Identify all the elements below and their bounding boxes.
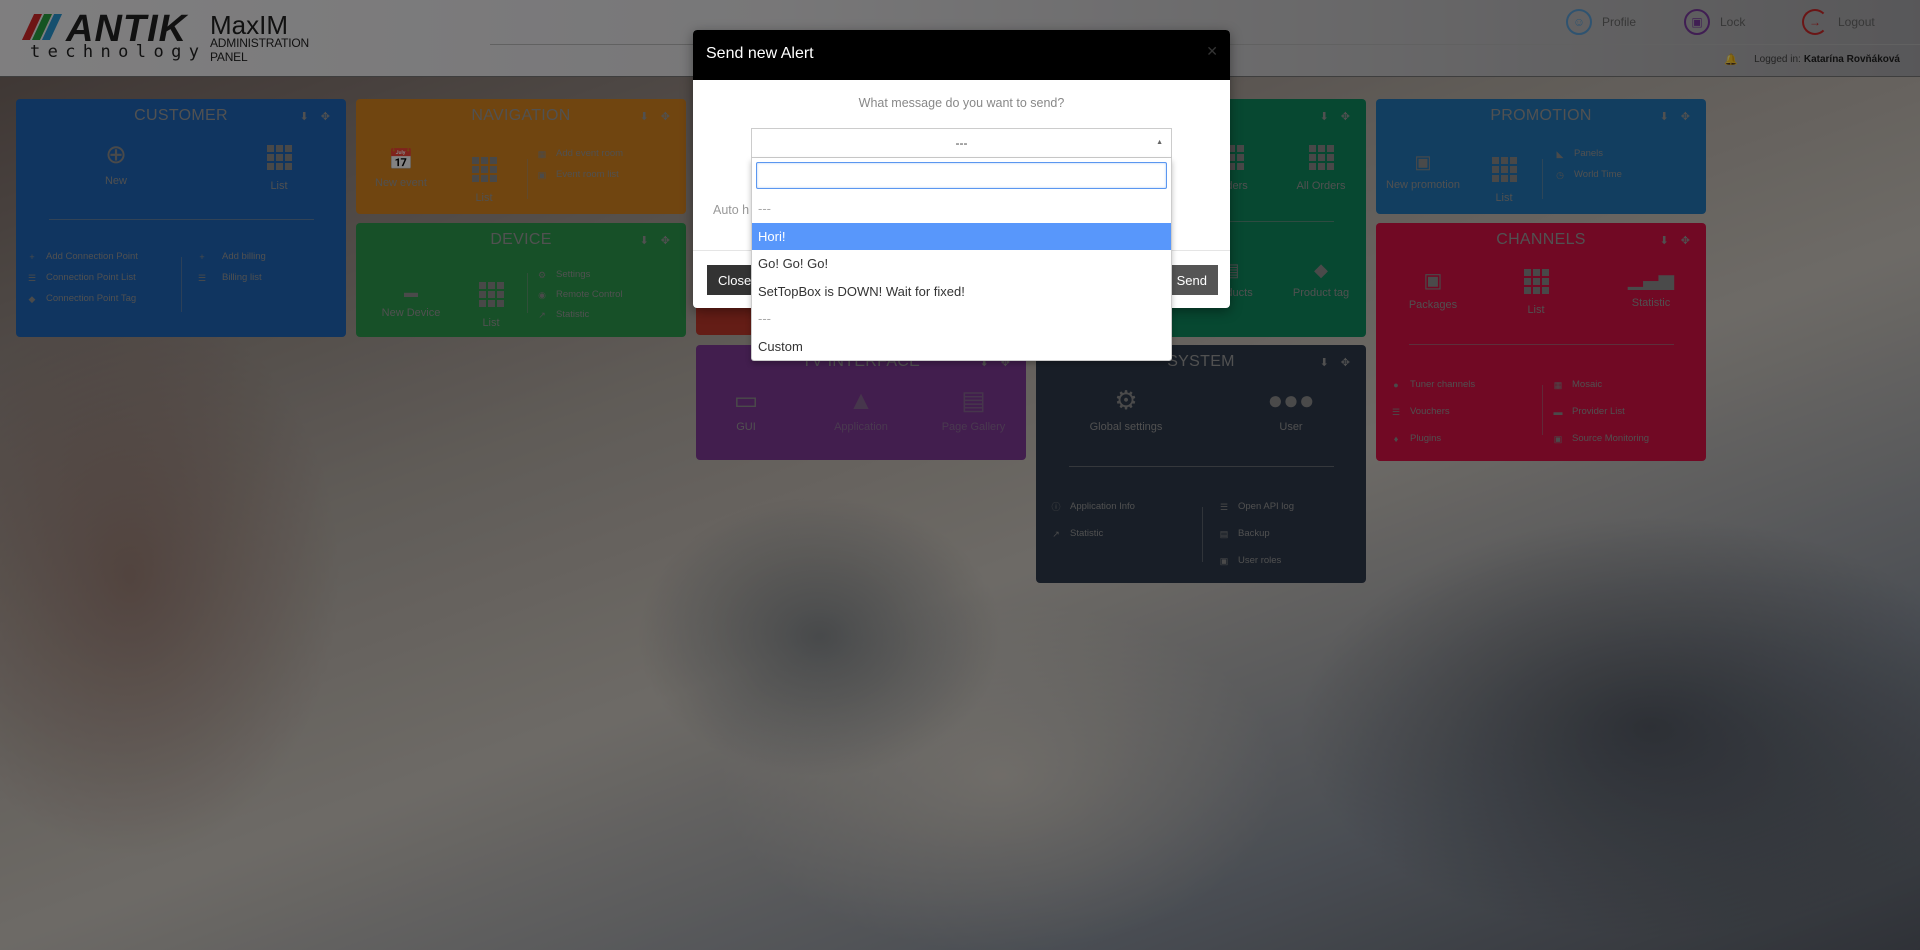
dropdown-option[interactable]: SetTopBox is DOWN! Wait for fixed! bbox=[752, 278, 1171, 306]
dropdown-option[interactable]: Custom bbox=[752, 333, 1171, 361]
close-icon[interactable]: ✕ bbox=[1206, 43, 1218, 60]
modal-question: What message do you want to send? bbox=[858, 96, 1065, 110]
message-dropdown: --- Hori! Go! Go! Go! SetTopBox is DOWN!… bbox=[751, 158, 1172, 361]
chevron-up-icon: ▲ bbox=[1156, 139, 1163, 146]
send-alert-modal: Send new Alert ✕ What message do you wan… bbox=[693, 30, 1230, 361]
dropdown-option-separator: --- bbox=[758, 201, 771, 216]
message-select-value: --- bbox=[955, 136, 968, 150]
dropdown-option-separator: --- bbox=[758, 311, 771, 326]
modal-title: Send new Alert bbox=[706, 45, 814, 62]
message-select[interactable]: --- ▲ bbox=[751, 128, 1172, 158]
dropdown-search-input[interactable] bbox=[756, 162, 1167, 189]
modal-header: Send new Alert ✕ bbox=[693, 30, 1230, 80]
auto-hide-label: Auto h bbox=[713, 203, 750, 217]
dropdown-option[interactable]: Go! Go! Go! bbox=[752, 250, 1171, 278]
dropdown-option[interactable]: Hori! bbox=[752, 222, 1171, 250]
